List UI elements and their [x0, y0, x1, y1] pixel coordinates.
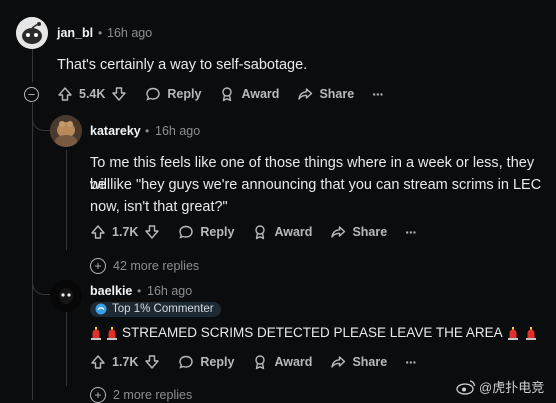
thread-line-root: [32, 46, 33, 82]
vote-group: 1.7K: [90, 224, 160, 240]
share-icon: [331, 356, 346, 368]
more-replies-link[interactable]: + 42 more replies: [90, 258, 199, 274]
siren-icon: [107, 326, 117, 340]
downvote-icon[interactable]: [111, 86, 127, 102]
avatar[interactable]: [50, 115, 82, 147]
reply-connector: [32, 270, 51, 295]
separator-dot: •: [137, 284, 142, 298]
award-button[interactable]: Award: [252, 354, 312, 370]
more-options-icon: ···: [372, 86, 384, 102]
reply-icon: [179, 225, 194, 239]
collapse-thread-button[interactable]: −: [24, 87, 39, 102]
more-options-button[interactable]: ···: [405, 354, 417, 370]
share-icon: [331, 226, 346, 238]
comment-body-line: be like "hey guys we're announcing that …: [90, 177, 542, 193]
vote-group: 1.7K: [90, 354, 160, 370]
more-options-icon: ···: [405, 224, 417, 240]
share-icon: [298, 88, 313, 100]
vote-count: 5.4K: [79, 87, 106, 101]
watermark: @虎扑电竞: [456, 377, 544, 396]
siren-icon: [525, 326, 536, 340]
commenter-badge-icon: [95, 303, 107, 315]
more-replies-label: 42 more replies: [113, 259, 200, 273]
more-replies-link[interactable]: + 2 more replies: [90, 387, 192, 403]
downvote-icon[interactable]: [144, 354, 160, 370]
comment-actions: 1.7K Reply Award Share ···: [90, 224, 434, 240]
downvote-icon[interactable]: [144, 224, 160, 240]
award-button[interactable]: Award: [252, 224, 312, 240]
reply-label: Reply: [200, 225, 235, 239]
comment-username[interactable]: baelkie: [90, 284, 132, 298]
expand-icon: +: [90, 258, 106, 274]
more-options-icon: ···: [405, 354, 417, 370]
comment-timestamp: 16h ago: [107, 26, 153, 40]
reply-button[interactable]: Reply: [178, 354, 234, 370]
award-icon: [222, 87, 233, 102]
user-flair: Top 1% Commenter: [90, 302, 221, 317]
reply-button[interactable]: Reply: [145, 86, 201, 102]
award-label: Award: [241, 87, 280, 101]
share-label: Share: [319, 87, 355, 101]
user-avatar-icon: [50, 280, 82, 312]
comment-timestamp: 16h ago: [155, 124, 201, 138]
comment-body: That's certainly a way to self-sabotage.: [57, 57, 308, 73]
siren-icon: [507, 326, 518, 340]
reply-button[interactable]: Reply: [178, 224, 234, 240]
share-button[interactable]: Share: [330, 224, 387, 240]
reply-label: Reply: [200, 355, 235, 369]
award-label: Award: [274, 225, 313, 239]
comment-body-text: STREAMED SCRIMS DETECTED PLEASE LEAVE TH…: [122, 325, 503, 340]
comment-username[interactable]: jan_bl: [57, 26, 93, 40]
user-avatar-icon: [50, 115, 82, 147]
comment-body-line: now, isn't that great?": [90, 199, 228, 215]
reply-icon: [179, 355, 194, 369]
comment-actions: 5.4K Reply Award Share ···: [57, 86, 401, 102]
reply-icon: [146, 87, 161, 101]
share-label: Share: [352, 225, 388, 239]
reply-connector: [32, 106, 51, 131]
share-button[interactable]: Share: [297, 86, 354, 102]
more-options-button[interactable]: ···: [405, 224, 417, 240]
comment-body: STREAMED SCRIMS DETECTED PLEASE LEAVE TH…: [90, 322, 537, 344]
share-button[interactable]: Share: [330, 354, 387, 370]
upvote-icon[interactable]: [90, 354, 106, 370]
thread-line-katareky: [66, 150, 67, 250]
weibo-logo-icon: [456, 379, 476, 395]
comment-username[interactable]: katareky: [90, 124, 141, 138]
thread-line-root-children: [32, 103, 33, 400]
upvote-icon[interactable]: [57, 86, 73, 102]
award-icon: [255, 355, 266, 370]
avatar[interactable]: [50, 280, 82, 312]
thread-line-baelkie: [66, 312, 67, 386]
reply-label: Reply: [167, 87, 202, 101]
award-icon: [255, 225, 266, 240]
watermark-text: @虎扑电竞: [479, 380, 545, 395]
snoo-avatar-icon: [16, 17, 48, 49]
award-button[interactable]: Award: [219, 86, 279, 102]
upvote-icon[interactable]: [90, 224, 106, 240]
award-label: Award: [274, 355, 313, 369]
comment-timestamp: 16h ago: [147, 284, 193, 298]
flair-label: Top 1% Commenter: [112, 303, 214, 315]
separator-dot: •: [145, 124, 150, 138]
vote-count: 1.7K: [112, 225, 139, 239]
siren-icon: [91, 326, 101, 340]
share-label: Share: [352, 355, 388, 369]
vote-group: 5.4K: [57, 86, 127, 102]
comment-actions: 1.7K Reply Award Share ···: [90, 354, 434, 370]
separator-dot: •: [98, 26, 103, 40]
avatar[interactable]: [16, 17, 48, 49]
vote-count: 1.7K: [112, 355, 139, 369]
more-options-button[interactable]: ···: [372, 86, 384, 102]
expand-icon: +: [90, 387, 106, 403]
